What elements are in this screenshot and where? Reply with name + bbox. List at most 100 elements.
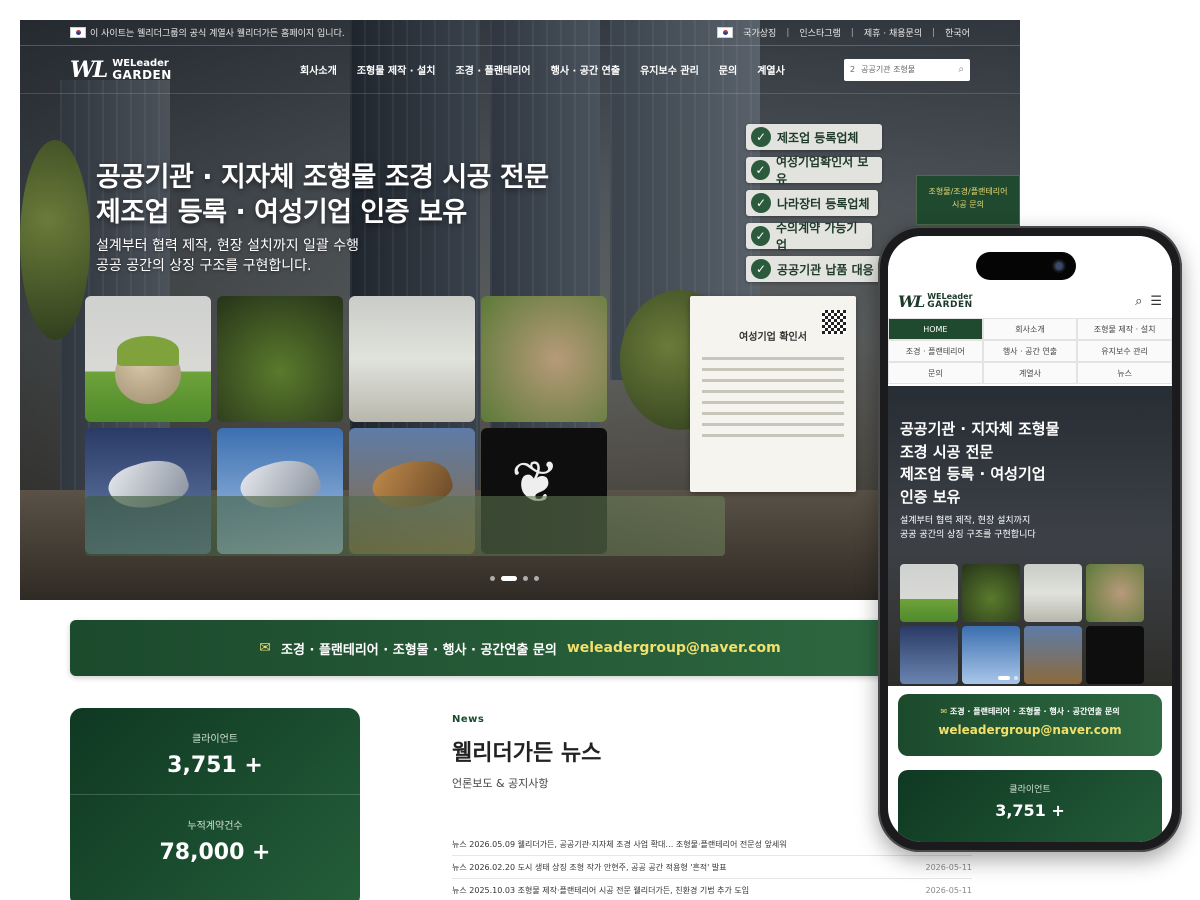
divider: | xyxy=(850,27,854,38)
mobile-carousel-dots xyxy=(998,676,1018,680)
certification-badges: ✓ 제조업 등록업체 ✓ 여성기업확인서 보유 ✓ 나라장터 등록업체 ✓ 수의계약 가… xyxy=(746,124,882,282)
menu-item-company[interactable]: 회사소개 xyxy=(300,62,337,77)
qr-code-icon xyxy=(822,310,846,334)
phone-mockup: WL WELeader GARDEN ⌕ ☰ HOME 회사소개 조형물 제작 … xyxy=(878,226,1182,852)
logo-mark: WL xyxy=(70,56,108,83)
mobile-nav-affiliates[interactable]: 계열사 xyxy=(982,362,1078,384)
mobile-hero-title: 공공기관 · 지자체 조형물 조경 시공 전문 제조업 등록 · 여성기업 인증… xyxy=(900,420,1060,506)
badge-manufacturer: ✓ 제조업 등록업체 xyxy=(746,124,882,150)
divider: | xyxy=(786,27,790,38)
mobile-stats-card: 클라이언트 3,751 + xyxy=(898,770,1162,842)
contact-label: 조경 · 플랜테리어 · 조형물 · 행사 · 공간연출 문의 xyxy=(281,642,557,658)
portfolio-image[interactable] xyxy=(900,626,958,684)
desktop-mockup: 이 사이트는 웰리더그룹의 공식 계열사 웰리더가든 홈페이지 입니다. 국가상… xyxy=(20,20,1020,900)
stat-clients: 클라이언트 3,751 + xyxy=(167,734,263,778)
mobile-logo[interactable]: WL WELeader GARDEN xyxy=(898,292,973,311)
korea-flag-icon xyxy=(70,27,86,38)
hamburger-menu-icon[interactable]: ☰ xyxy=(1150,294,1162,309)
site-logo[interactable]: WL WELeader GARDEN xyxy=(70,57,300,83)
contact-email[interactable]: weleadergroup@naver.com xyxy=(898,723,1162,737)
topbar-link-partnership[interactable]: 제휴 · 채용문의 xyxy=(864,26,922,39)
portfolio-image[interactable] xyxy=(1024,626,1082,684)
badge-women-enterprise: ✓ 여성기업확인서 보유 xyxy=(746,155,882,186)
stat-value: 3,751 + xyxy=(995,801,1065,820)
mail-icon: ✉ xyxy=(259,640,272,656)
portfolio-image[interactable] xyxy=(900,564,958,622)
search-icon[interactable]: ⌕ xyxy=(1135,294,1142,309)
portfolio-image[interactable] xyxy=(1086,626,1144,684)
menu-item-inquiry[interactable]: 문의 xyxy=(719,62,737,77)
dynamic-island xyxy=(976,252,1076,280)
divider: | xyxy=(932,27,936,38)
camera-icon xyxy=(1052,259,1066,273)
carousel-dot-active[interactable] xyxy=(998,676,1010,680)
contact-email[interactable]: weleadergroup@naver.com xyxy=(567,640,781,656)
carousel-dot-active[interactable] xyxy=(501,576,517,581)
menu-item-events[interactable]: 행사 · 공간 연출 xyxy=(551,62,620,77)
topbar-link-instagram[interactable]: 인스타그램 xyxy=(799,26,840,39)
workers-image xyxy=(85,496,725,556)
badge-public-supply: ✓ 공공기관 납품 대응 xyxy=(746,256,882,282)
carousel-dot[interactable] xyxy=(490,576,495,581)
mobile-nav-landscaping[interactable]: 조경 · 플랜테리어 xyxy=(888,340,983,362)
mobile-nav-events[interactable]: 행사 · 공간 연출 xyxy=(982,340,1078,362)
search-icon[interactable]: ⌕ xyxy=(958,64,964,75)
carousel-dot[interactable] xyxy=(523,576,528,581)
portfolio-image[interactable] xyxy=(1086,564,1144,622)
topbar-link-national-symbol[interactable]: 국가상징 xyxy=(743,26,776,39)
portfolio-image[interactable] xyxy=(349,296,475,422)
mobile-nav-company[interactable]: 회사소개 xyxy=(982,318,1078,340)
portfolio-image[interactable] xyxy=(85,296,211,422)
portfolio-image[interactable] xyxy=(481,296,607,422)
news-item[interactable]: 뉴스 2026.02.20 도시 생태 상징 조형 작가 안현주, 공공 공간 … xyxy=(452,856,972,879)
side-inquiry-button[interactable]: 조형물/조경/플랜테리어 시공 문의 xyxy=(916,175,1020,225)
mobile-hero-subtitle: 설계부터 협력 제작, 현장 설치까지 공공 공간의 상징 구조를 구현합니다 xyxy=(900,516,1036,541)
contact-banner[interactable]: ✉ 조경 · 플랜테리어 · 조형물 · 행사 · 공간연출 문의 welead… xyxy=(70,620,970,676)
hero-title: 공공기관 · 지자체 조형물 조경 시공 전문 제조업 등록 · 여성기업 인증… xyxy=(96,162,549,229)
stat-label: 클라이언트 xyxy=(1009,785,1051,795)
stat-contracts: 누적계약건수 78,000 + xyxy=(159,821,271,865)
carousel-dot[interactable] xyxy=(1014,676,1018,680)
mobile-nav-maintenance[interactable]: 유지보수 관리 xyxy=(1077,340,1172,362)
search-input[interactable]: 2 공공기관 조형물 ⌕ xyxy=(844,58,970,81)
main-menu: 회사소개 조형물 제작 · 설치 조경 · 플랜테리어 행사 · 공간 연출 유… xyxy=(300,62,785,77)
portfolio-image[interactable] xyxy=(217,296,343,422)
badge-narajangteo: ✓ 나라장터 등록업체 xyxy=(746,190,878,216)
portfolio-image[interactable] xyxy=(1024,564,1082,622)
search-placeholder: 공공기관 조형물 xyxy=(861,65,916,74)
language-selector[interactable]: 한국어 xyxy=(945,26,970,39)
menu-item-landscaping[interactable]: 조경 · 플랜테리어 xyxy=(455,62,530,77)
carousel-dots xyxy=(490,576,539,581)
hero-section: 이 사이트는 웰리더그룹의 공식 계열사 웰리더가든 홈페이지 입니다. 국가상… xyxy=(20,20,1020,600)
mobile-nav-home[interactable]: HOME xyxy=(888,318,983,340)
check-icon: ✓ xyxy=(751,160,770,180)
search-value: 2 xyxy=(850,65,856,74)
main-navbar: WL WELeader GARDEN 회사소개 조형물 제작 · 설치 조경 ·… xyxy=(20,46,1020,94)
phone-screen: WL WELeader GARDEN ⌕ ☰ HOME 회사소개 조형물 제작 … xyxy=(888,236,1172,842)
check-icon: ✓ xyxy=(751,193,771,213)
hero-subtitle: 설계부터 협력 제작, 현장 설치까지 일괄 수행 공공 공간의 상징 구조를 … xyxy=(96,238,359,275)
mobile-nav-sculpture[interactable]: 조형물 제작 · 설치 xyxy=(1077,318,1172,340)
check-icon: ✓ xyxy=(751,259,771,279)
mobile-nav-news[interactable]: 뉴스 xyxy=(1077,362,1172,384)
mobile-nav-inquiry[interactable]: 문의 xyxy=(888,362,983,384)
menu-item-sculpture[interactable]: 조형물 제작 · 설치 xyxy=(357,62,436,77)
certificate-image[interactable]: 여성기업 확인서 xyxy=(690,296,856,492)
korea-flag-icon xyxy=(717,27,734,38)
mobile-header: WL WELeader GARDEN ⌕ ☰ xyxy=(888,284,1172,318)
menu-item-maintenance[interactable]: 유지보수 관리 xyxy=(640,62,699,77)
carousel-dot[interactable] xyxy=(534,576,539,581)
portfolio-image[interactable] xyxy=(962,564,1020,622)
menu-item-affiliates[interactable]: 계열사 xyxy=(757,62,785,77)
tree-image xyxy=(20,140,90,340)
news-item[interactable]: 뉴스 2025.10.03 조형물 제작·플랜테리어 시공 전문 웰리더가든, … xyxy=(452,879,972,900)
mobile-hero: 공공기관 · 지자체 조형물 조경 시공 전문 제조업 등록 · 여성기업 인증… xyxy=(888,386,1172,686)
logo-text: WELeader GARDEN xyxy=(112,57,172,82)
mobile-contact-banner[interactable]: ✉ 조경 · 플랜테리어 · 조형물 · 행사 · 공간연출 문의 welead… xyxy=(898,694,1162,756)
badge-private-contract: ✓ 수의계약 가능기업 xyxy=(746,221,872,252)
top-utility-bar: 이 사이트는 웰리더그룹의 공식 계열사 웰리더가든 홈페이지 입니다. 국가상… xyxy=(20,20,1020,46)
check-icon: ✓ xyxy=(751,226,771,246)
contact-label: ✉ 조경 · 플랜테리어 · 조형물 · 행사 · 공간연출 문의 xyxy=(940,707,1120,716)
mail-icon: ✉ xyxy=(940,707,948,716)
mobile-nav: HOME 회사소개 조형물 제작 · 설치 조경 · 플랜테리어 행사 · 공간… xyxy=(888,318,1172,384)
